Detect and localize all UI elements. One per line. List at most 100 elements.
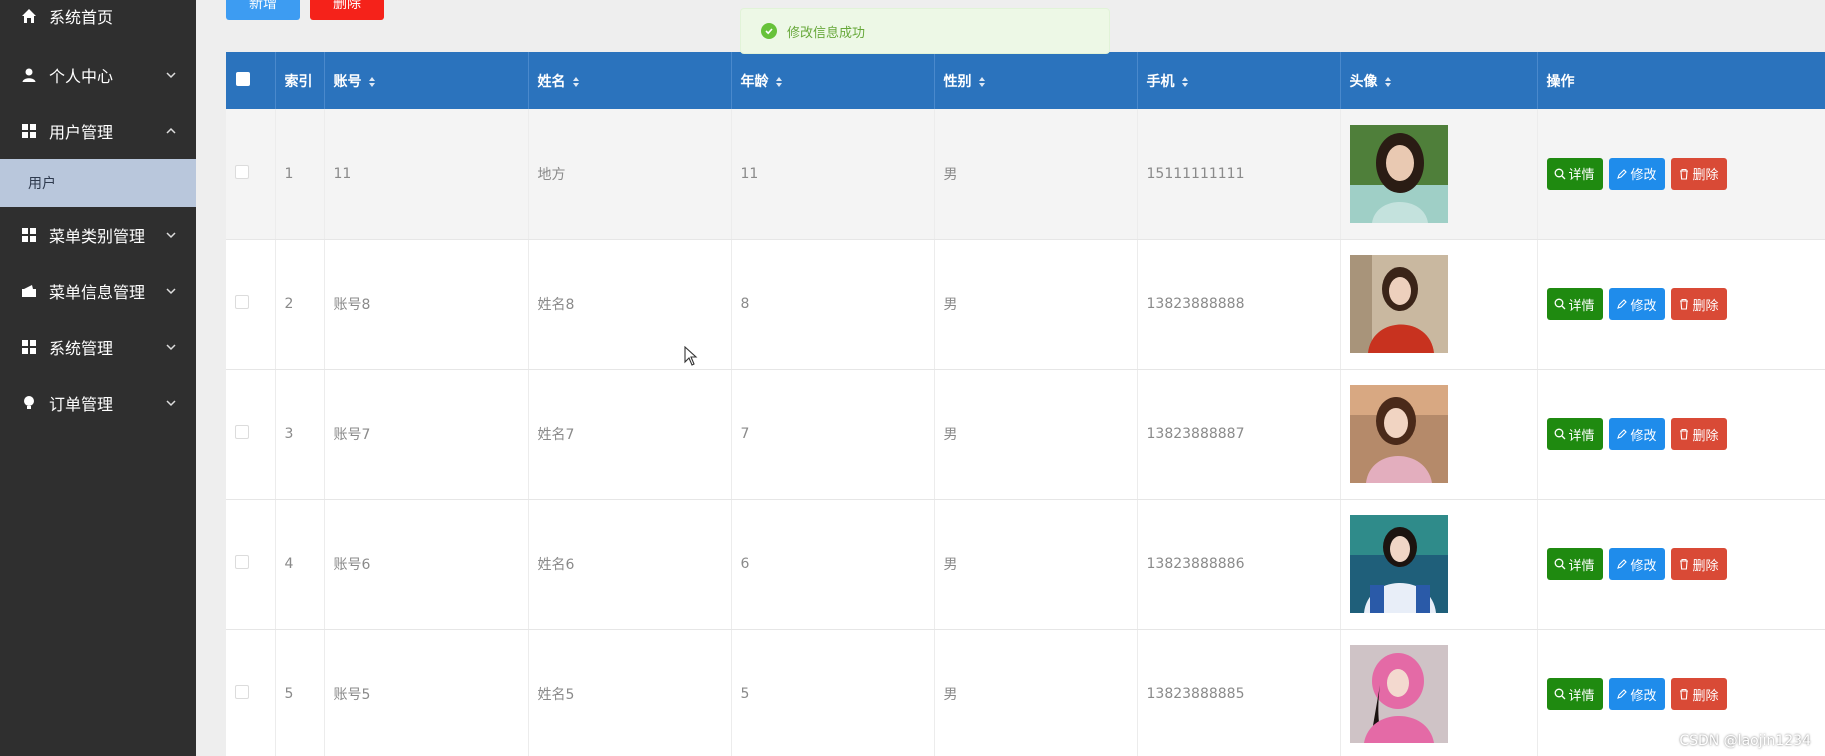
nav-label: 系统管理 <box>49 339 114 358</box>
nav-item-home[interactable]: 系统首页 <box>0 0 196 32</box>
batch-delete-button[interactable]: 删除 <box>310 0 384 20</box>
edit-button[interactable]: 修改 <box>1608 288 1665 320</box>
pencil-icon <box>1616 689 1627 699</box>
cell-phone: 15111111111 <box>1137 109 1341 240</box>
sort-icon[interactable] <box>572 76 580 88</box>
nav-item-orders[interactable]: 订单管理 <box>0 375 196 431</box>
column-header-account[interactable]: 账号 <box>324 52 529 109</box>
cell-gender: 男 <box>934 109 1138 240</box>
grid-icon <box>20 338 38 356</box>
row-checkbox-cell[interactable] <box>226 629 276 756</box>
cell-actions: 详情 修改 删除 <box>1537 109 1825 240</box>
edit-button[interactable]: 修改 <box>1608 548 1665 580</box>
nav-item-user-management[interactable]: 用户管理 <box>0 103 196 159</box>
cell-index: 4 <box>275 499 325 630</box>
delete-button[interactable]: 删除 <box>1670 157 1727 190</box>
nav-item-personal-center[interactable]: 个人中心 <box>0 47 196 103</box>
detail-button[interactable]: 详情 <box>1546 548 1603 580</box>
sidebar: 系统首页 个人中心 用户管理 用户 菜单类别管理 菜单信息管理 系统管理 订单管… <box>0 0 196 756</box>
detail-button[interactable]: 详情 <box>1546 678 1603 710</box>
cell-avatar <box>1340 239 1538 370</box>
sort-icon[interactable] <box>1181 76 1189 88</box>
column-header-avatar[interactable]: 头像 <box>1340 52 1538 109</box>
chevron-down-icon <box>166 288 176 295</box>
cell-avatar <box>1340 109 1538 240</box>
trash-icon <box>1679 558 1688 570</box>
wallet-icon <box>20 282 38 300</box>
cell-gender: 男 <box>934 369 1138 500</box>
cell-name: 姓名5 <box>528 629 732 756</box>
avatar-image[interactable] <box>1349 645 1448 743</box>
nav-item-menu-info[interactable]: 菜单信息管理 <box>0 263 196 319</box>
nav-item-system[interactable]: 系统管理 <box>0 319 196 375</box>
delete-button[interactable]: 删除 <box>1670 548 1727 580</box>
delete-button[interactable]: 删除 <box>1670 288 1727 320</box>
row-checkbox[interactable] <box>235 164 249 179</box>
cell-age: 7 <box>731 369 935 500</box>
row-checkbox[interactable] <box>235 685 249 699</box>
trash-icon <box>1679 688 1688 700</box>
row-checkbox[interactable] <box>235 295 249 309</box>
pencil-icon <box>1616 559 1627 569</box>
nav-label: 菜单类别管理 <box>49 227 146 246</box>
trash-icon <box>1679 428 1688 440</box>
edit-button[interactable]: 修改 <box>1608 678 1665 710</box>
cell-name: 地方 <box>528 109 732 240</box>
edit-button[interactable]: 修改 <box>1608 418 1665 450</box>
sort-icon[interactable] <box>775 76 783 88</box>
row-checkbox[interactable] <box>235 425 249 439</box>
row-checkbox-cell[interactable] <box>226 499 276 630</box>
person-icon <box>20 66 38 84</box>
avatar-image[interactable] <box>1349 255 1448 353</box>
trash-icon <box>1679 168 1688 180</box>
chevron-down-icon <box>166 72 176 79</box>
column-header-age[interactable]: 年龄 <box>731 52 935 109</box>
cell-index: 2 <box>275 239 325 370</box>
nav-item-menu-category[interactable]: 菜单类别管理 <box>0 207 196 263</box>
detail-button[interactable]: 详情 <box>1546 418 1603 450</box>
cell-index: 1 <box>275 109 325 240</box>
select-all-checkbox[interactable] <box>236 71 250 86</box>
edit-button[interactable]: 修改 <box>1608 157 1665 190</box>
toast-message: 修改信息成功 <box>787 25 866 41</box>
nav-label: 菜单信息管理 <box>49 283 146 302</box>
table-row: 1 11 地方 11 男 15111111111 详情 修改 删除 <box>226 109 1825 240</box>
delete-button[interactable]: 删除 <box>1670 418 1727 450</box>
sort-icon[interactable] <box>978 76 986 88</box>
add-button[interactable]: 新增 <box>226 0 300 20</box>
row-checkbox[interactable] <box>235 555 249 569</box>
avatar-image[interactable] <box>1349 515 1448 613</box>
row-checkbox-cell[interactable] <box>226 239 276 370</box>
sidebar-subitem-user[interactable]: 用户 <box>0 159 196 207</box>
cell-account: 账号6 <box>324 499 529 630</box>
success-toast: 修改信息成功 <box>740 8 1110 54</box>
table-row: 3 账号7 姓名7 7 男 13823888887 详情 修改 删除 <box>226 369 1825 500</box>
cell-gender: 男 <box>934 239 1138 370</box>
avatar-image[interactable] <box>1349 124 1448 223</box>
cell-actions: 详情 修改 删除 <box>1537 499 1825 630</box>
row-checkbox-cell[interactable] <box>226 369 276 500</box>
column-header-gender[interactable]: 性别 <box>934 52 1138 109</box>
chevron-down-icon <box>166 400 176 407</box>
row-checkbox-cell[interactable] <box>226 109 276 240</box>
detail-button[interactable]: 详情 <box>1546 288 1603 320</box>
avatar-image[interactable] <box>1349 385 1448 483</box>
column-header-name[interactable]: 姓名 <box>528 52 732 109</box>
user-table: 索引 账号 姓名 年龄 性别 手机 头像 操作 1 11 地方 11 男 151… <box>226 52 1825 756</box>
cell-index: 5 <box>275 629 325 756</box>
cell-actions: 详情 修改 删除 <box>1537 239 1825 370</box>
chevron-down-icon <box>166 344 176 351</box>
detail-button[interactable]: 详情 <box>1546 157 1603 190</box>
column-header-actions: 操作 <box>1537 52 1825 109</box>
pencil-icon <box>1616 429 1627 439</box>
delete-button[interactable]: 删除 <box>1670 678 1727 710</box>
cell-avatar <box>1340 499 1538 630</box>
column-header-phone[interactable]: 手机 <box>1137 52 1341 109</box>
grid-icon <box>20 226 38 244</box>
sort-icon[interactable] <box>368 76 376 88</box>
sort-icon[interactable] <box>1384 76 1392 88</box>
trash-icon <box>1679 298 1688 310</box>
select-all-cell[interactable] <box>226 52 276 109</box>
cell-gender: 男 <box>934 499 1138 630</box>
cell-phone: 13823888888 <box>1137 239 1341 370</box>
